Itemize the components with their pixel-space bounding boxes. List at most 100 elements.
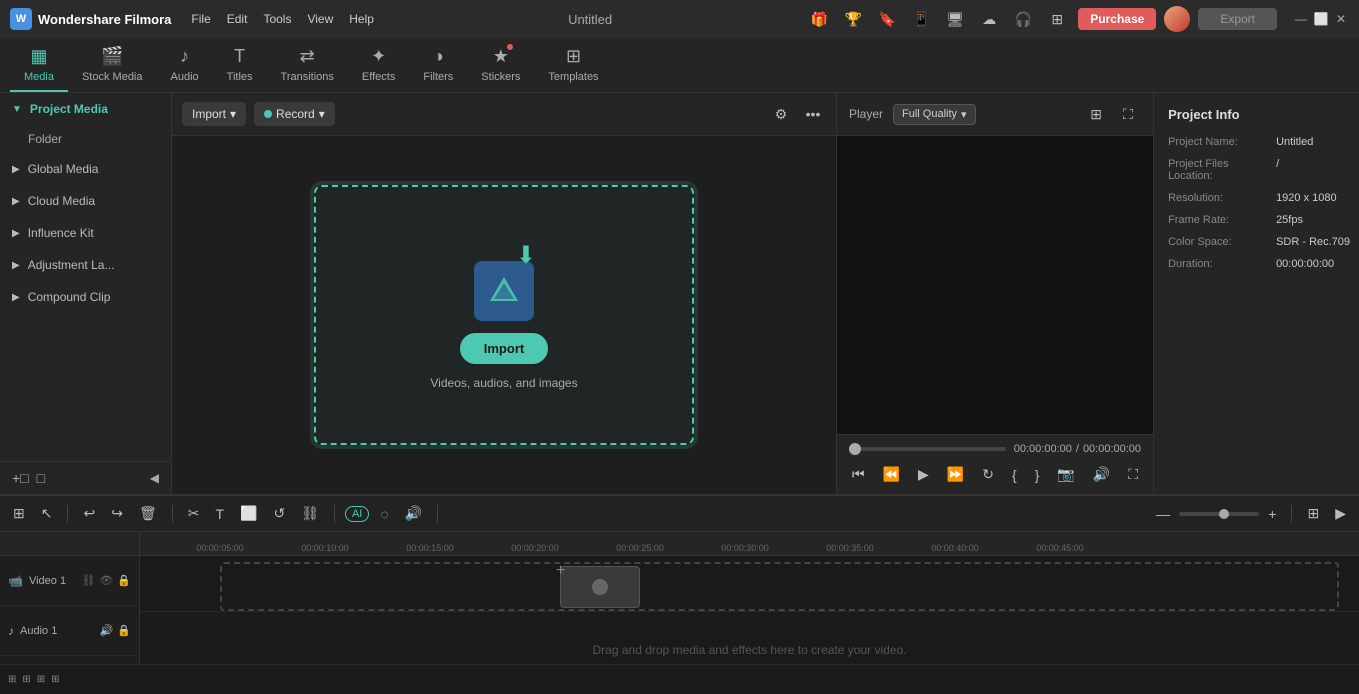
track-eye-icon[interactable]: 👁: [99, 574, 113, 587]
tl-mask-button[interactable]: ◌: [375, 503, 393, 525]
media-toolbar-right: ⚙ •••: [768, 101, 826, 127]
ruler-mark-8: 00:00:40:00: [931, 543, 979, 553]
fullscreen-player-button[interactable]: ⛶: [1125, 463, 1141, 486]
close-button[interactable]: ✕: [1333, 11, 1349, 27]
tl-zoom-in-button[interactable]: +: [1263, 503, 1281, 525]
sidebar-item-influence-kit[interactable]: ▶ Influence Kit: [0, 217, 171, 249]
track-audio-lock-icon[interactable]: 🔒: [117, 624, 131, 637]
tab-media[interactable]: ▦ Media: [10, 38, 68, 92]
drop-import-button[interactable]: Import: [460, 333, 548, 364]
add-audio-track-button[interactable]: ⊞: [22, 674, 30, 685]
track-lock-icon[interactable]: 🔒: [117, 574, 131, 587]
step-forward-button[interactable]: ⏩: [944, 463, 967, 486]
info-label-colorspace: Color Space:: [1168, 236, 1268, 248]
camera-button[interactable]: 📷: [1054, 463, 1077, 486]
titles-tab-label: Titles: [227, 71, 253, 83]
add-track-button-4[interactable]: ⊞: [51, 674, 59, 685]
mark-out-button[interactable]: }: [1032, 464, 1043, 486]
tab-templates[interactable]: ⊞ Templates: [534, 38, 612, 92]
screen-icon[interactable]: 📱: [908, 6, 934, 32]
tl-link-button[interactable]: ⛓: [296, 502, 324, 525]
filter-settings-icon[interactable]: ⚙: [768, 101, 794, 127]
gift-icon[interactable]: 🎁: [806, 6, 832, 32]
tl-redo-button[interactable]: ↪: [106, 502, 128, 525]
player-quality-select[interactable]: Full Quality ▾: [893, 104, 976, 125]
tab-titles[interactable]: T Titles: [213, 38, 267, 92]
tl-undo-button[interactable]: ↩: [78, 502, 100, 525]
logo-icon: W: [10, 8, 32, 30]
folder-icon[interactable]: □: [37, 470, 45, 486]
tab-effects[interactable]: ✦ Effects: [348, 38, 409, 92]
drop-zone[interactable]: ⬇ Import Videos, audios, and images: [314, 185, 694, 445]
menu-tools[interactable]: Tools: [263, 12, 291, 26]
tl-rotate-button[interactable]: ↺: [268, 502, 290, 525]
sidebar-influence-label: Influence Kit: [28, 226, 94, 240]
import-chevron-icon: ▾: [230, 107, 236, 121]
tab-stock-media[interactable]: 🎬 Stock Media: [68, 38, 157, 92]
add-track-button-3[interactable]: ⊞: [37, 674, 45, 685]
headphone-icon[interactable]: 🎧: [1010, 6, 1036, 32]
track-audio-mute-icon[interactable]: 🔊: [100, 624, 114, 637]
fullscreen-icon[interactable]: ⛶: [1115, 101, 1141, 127]
tab-transitions[interactable]: ⇄ Transitions: [267, 38, 348, 92]
tl-more-button[interactable]: ▶: [1330, 502, 1351, 525]
purchase-button[interactable]: Purchase: [1078, 8, 1156, 30]
upload-icon[interactable]: ☁: [976, 6, 1002, 32]
grid-icon[interactable]: ⊞: [1044, 6, 1070, 32]
timeline-ruler[interactable]: 00:00:05:00 00:00:10:00 00:00:15:00 00:0…: [140, 532, 1359, 556]
add-video-track-button[interactable]: ⊞: [8, 674, 16, 685]
menu-edit[interactable]: Edit: [227, 12, 248, 26]
bookmark-icon[interactable]: 🔖: [874, 6, 900, 32]
menu-help[interactable]: Help: [349, 12, 374, 26]
sidebar-item-project-media[interactable]: ▼ Project Media: [0, 93, 171, 125]
info-label-duration: Duration:: [1168, 258, 1268, 270]
sidebar-item-adjustment[interactable]: ▶ Adjustment La...: [0, 249, 171, 281]
menu-view[interactable]: View: [307, 12, 333, 26]
tl-grid-button[interactable]: ⊞: [8, 502, 30, 525]
tl-zoom-thumb[interactable]: [1219, 509, 1229, 519]
tab-filters[interactable]: ◑ Filters: [409, 38, 467, 92]
sidebar-item-folder[interactable]: Folder: [0, 125, 171, 153]
sidebar-item-global-media[interactable]: ▶ Global Media: [0, 153, 171, 185]
tl-text-button[interactable]: T: [210, 503, 229, 525]
tl-zoom-out-button[interactable]: —: [1151, 503, 1175, 525]
more-options-icon[interactable]: •••: [800, 101, 826, 127]
monitor-icon[interactable]: 🖥: [942, 6, 968, 32]
sidebar-item-compound-clip[interactable]: ▶ Compound Clip: [0, 281, 171, 313]
video-drop-area[interactable]: +: [220, 562, 1339, 611]
maximize-button[interactable]: ⬜: [1313, 11, 1329, 27]
progress-track[interactable]: [849, 447, 1006, 451]
step-back-button[interactable]: ⏪: [880, 463, 903, 486]
track-link-icon[interactable]: ⛓: [81, 574, 95, 587]
tl-zoom-track[interactable]: [1179, 512, 1259, 516]
info-row-duration: Duration: 00:00:00:00: [1168, 258, 1359, 270]
add-folder-icon[interactable]: +□: [12, 470, 29, 486]
volume-button[interactable]: 🔊: [1090, 463, 1113, 486]
rewind-button[interactable]: ⏮: [849, 463, 868, 486]
tl-select-button[interactable]: ↖: [36, 502, 58, 525]
tl-delete-button[interactable]: 🗑: [134, 502, 162, 525]
tab-audio[interactable]: ♪ Audio: [157, 38, 213, 92]
progress-thumb[interactable]: [849, 443, 861, 455]
tab-stickers[interactable]: ★ Stickers: [467, 38, 534, 92]
tl-ai-button[interactable]: AI: [345, 506, 369, 522]
tl-layout-button[interactable]: ⊞: [1302, 502, 1324, 525]
tl-audio-button[interactable]: 🔊: [400, 502, 427, 525]
tl-cut-button[interactable]: ✂: [183, 502, 205, 525]
sidebar-collapse-icon[interactable]: ◀: [150, 471, 159, 485]
split-view-icon[interactable]: ⊞: [1083, 101, 1109, 127]
menu-file[interactable]: File: [191, 12, 210, 26]
record-button[interactable]: Record ▾: [254, 102, 335, 126]
sidebar-item-cloud-media[interactable]: ▶ Cloud Media: [0, 185, 171, 217]
audio-track-icon: ♪: [8, 624, 14, 638]
tl-crop-button[interactable]: ⬜: [235, 502, 262, 525]
sidebar-item-label: Project Media: [30, 102, 108, 116]
loop-button[interactable]: ↻: [979, 463, 997, 486]
mark-in-button[interactable]: {: [1009, 464, 1020, 486]
import-button[interactable]: Import ▾: [182, 102, 246, 126]
play-button[interactable]: ▶: [915, 463, 932, 486]
user-avatar[interactable]: [1164, 6, 1190, 32]
score-icon[interactable]: 🏆: [840, 6, 866, 32]
minimize-button[interactable]: —: [1293, 11, 1309, 27]
export-button[interactable]: Export: [1198, 8, 1277, 30]
